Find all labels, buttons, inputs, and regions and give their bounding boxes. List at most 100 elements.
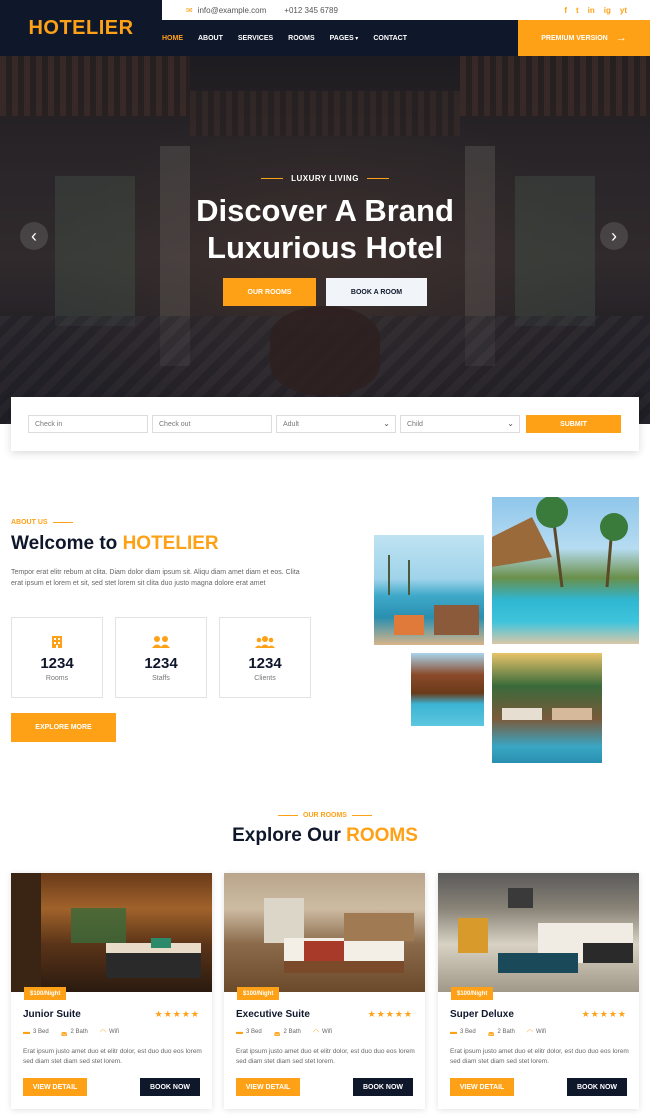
our-rooms-button[interactable]: OUR ROOMS — [223, 278, 316, 306]
chevron-down-icon: ⌄ — [383, 419, 390, 428]
room-photo — [438, 873, 639, 992]
bath-icon: ◛ — [273, 1029, 281, 1036]
amenity-wifi-label: Wifi — [321, 1029, 332, 1035]
amenity-wifi-label: Wifi — [108, 1029, 119, 1035]
main-nav: HOME ABOUT SERVICES ROOMS PAGES ▾ CONTAC… — [162, 20, 518, 56]
nav-pages[interactable]: PAGES ▾ — [330, 35, 359, 42]
room-card: $100/Night Junior Suite ★★★★★ ▬ 3 Bed ◛ 2 … — [11, 873, 212, 1109]
book-now-button[interactable]: BOOK NOW — [140, 1078, 200, 1096]
about-eyebrow-text: ABOUT US — [11, 519, 48, 526]
room-photo-graphic — [11, 873, 201, 992]
book-now-button[interactable]: BOOK NOW — [353, 1078, 413, 1096]
room-amenities: ▬ 3 Bed ◛ 2 Bath ◠ Wifi — [450, 1028, 546, 1037]
eyebrow-line — [52, 521, 73, 524]
amenity-bath-label: 2 Bath — [497, 1029, 515, 1035]
rooms-eyebrow-text: OUR ROOMS — [303, 812, 347, 819]
logo[interactable]: HOTELIER — [28, 17, 133, 40]
chevron-down-icon: ⌄ — [507, 419, 514, 428]
view-detail-button[interactable]: VIEW DETAIL — [23, 1078, 87, 1096]
about-photo-pool-palms — [492, 497, 639, 644]
amenity-wifi: ◠ Wifi — [527, 1028, 546, 1036]
hero-title-line2: Luxurious Hotel — [207, 230, 443, 265]
stat-label: Staffs — [152, 675, 170, 682]
stat-label: Rooms — [45, 675, 69, 682]
adult-select[interactable]: Adult ⌄ — [276, 415, 396, 433]
eyebrow-line — [278, 814, 299, 817]
twitter-icon[interactable]: t — [576, 6, 579, 15]
view-detail-button[interactable]: VIEW DETAIL — [236, 1078, 300, 1096]
page: HOTELIER ✉ info@example.com +012 345 678… — [0, 0, 650, 1117]
bed-icon: ▬ — [450, 1028, 457, 1036]
nav-rooms[interactable]: ROOMS — [288, 35, 314, 42]
room-photo — [11, 873, 212, 992]
room-card: $100/Night Super Deluxe ★★★★★ ▬ 3 Bed ◛ 2 … — [438, 873, 639, 1109]
nav-about[interactable]: ABOUT — [198, 35, 223, 42]
checkin-field[interactable]: Check in — [28, 415, 148, 433]
explore-more-button[interactable]: EXPLORE MORE — [11, 713, 116, 742]
about-photo-pool-palms-graphic — [492, 497, 628, 588]
kicker-line — [366, 177, 389, 180]
hero-title: Discover A Brand Luxurious Hotel — [0, 192, 650, 266]
email-text: info@example.com — [197, 5, 267, 15]
facebook-icon[interactable]: f — [564, 6, 567, 15]
nav-contact[interactable]: CONTACT — [373, 35, 407, 42]
rooms-title: Explore Our ROOMS — [0, 825, 650, 847]
about-photo-pool-lounge — [374, 535, 484, 645]
amenity-bed: ▬ 3 Bed — [236, 1029, 262, 1036]
topbar: ✉ info@example.com +012 345 6789 f t in … — [162, 0, 650, 20]
carousel-next-icon[interactable]: › — [600, 222, 628, 250]
stat-rooms: 1234 Rooms — [11, 617, 103, 698]
rooms-title-highlight: ROOMS — [346, 825, 418, 846]
room-description: Erat ipsum justo amet duo et elitr dolor… — [450, 1048, 629, 1065]
about-title-highlight: HOTELIER — [122, 533, 219, 554]
youtube-icon[interactable]: yt — [620, 6, 627, 15]
amenity-wifi-label: Wifi — [535, 1029, 546, 1035]
book-a-room-button[interactable]: BOOK A ROOM — [326, 278, 427, 306]
stat-label: Clients — [254, 675, 276, 682]
stat-clients: 1234 Clients — [219, 617, 311, 698]
room-description: Erat ipsum justo amet duo et elitr dolor… — [236, 1048, 415, 1065]
bath-icon: ◛ — [487, 1029, 495, 1036]
kicker-line — [261, 177, 284, 180]
amenity-bath-label: 2 Bath — [283, 1029, 301, 1035]
rooms-title-prefix: Explore Our — [232, 825, 341, 846]
amenity-bath: ◛ 2 Bath — [488, 1028, 515, 1036]
hero-carousel: LUXURY LIVING Discover A Brand Luxurious… — [0, 56, 650, 424]
rating-stars: ★★★★★ — [581, 1009, 627, 1019]
checkout-field[interactable]: Check out — [152, 415, 272, 433]
book-now-button[interactable]: BOOK NOW — [567, 1078, 627, 1096]
bath-icon: ◛ — [60, 1029, 68, 1036]
wifi-icon: ◠ — [526, 1029, 533, 1036]
hotel-icon — [50, 633, 64, 651]
stat-staffs: 1234 Staffs — [115, 617, 207, 698]
about-photo-pool-lounge-graphic — [388, 555, 479, 635]
wifi-icon: ◠ — [312, 1029, 319, 1036]
linkedin-icon[interactable]: in — [588, 6, 595, 15]
premium-version-button[interactable]: PREMIUM VERSION → — [518, 20, 650, 56]
child-select[interactable]: Child ⌄ — [400, 415, 520, 433]
carousel-prev-icon[interactable]: ‹ — [20, 222, 48, 250]
nav-home[interactable]: HOME — [162, 35, 183, 42]
hero-kicker-text: LUXURY LIVING — [291, 174, 359, 183]
about-photo-resort-hut — [411, 653, 484, 726]
phone-text: +012 345 6789 — [284, 5, 338, 15]
about-text: Tempor erat elitr rebum at clita. Diam d… — [11, 569, 300, 587]
hero-title-line1: Discover A Brand — [196, 193, 454, 228]
users-cog-icon — [151, 633, 171, 651]
bed-icon: ▬ — [23, 1028, 30, 1036]
envelope-icon: ✉ — [186, 5, 193, 15]
caret-down-icon: ▾ — [353, 35, 359, 42]
room-photo — [224, 873, 425, 992]
premium-label: PREMIUM VERSION — [541, 34, 608, 42]
submit-button[interactable]: SUBMIT — [526, 415, 621, 433]
about-photo-poolside-chairs-graphic — [502, 708, 592, 720]
amenity-bed-label: 3 Bed — [33, 1029, 49, 1035]
nav-services[interactable]: SERVICES — [238, 35, 273, 42]
eyebrow-line — [351, 814, 372, 817]
arrow-right-icon: → — [615, 32, 627, 44]
rooms-eyebrow: OUR ROOMS — [0, 812, 650, 819]
view-detail-button[interactable]: VIEW DETAIL — [450, 1078, 514, 1096]
logo-area[interactable]: HOTELIER — [0, 0, 162, 56]
instagram-icon[interactable]: ig — [604, 6, 611, 15]
booking-form: Check in Check out Adult ⌄ Child ⌄ SUBMIT — [11, 397, 639, 451]
